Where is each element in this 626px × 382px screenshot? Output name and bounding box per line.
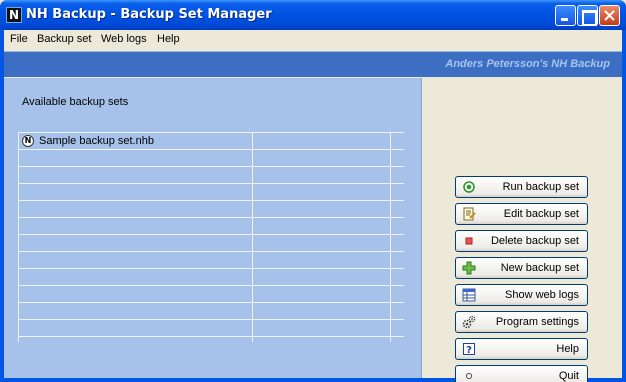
help-button[interactable]: ? Help <box>455 338 588 360</box>
menu-help[interactable]: Help <box>157 33 180 45</box>
backup-file-icon: N <box>22 135 34 147</box>
quit-button[interactable]: Quit <box>455 365 588 382</box>
close-button[interactable] <box>599 5 620 26</box>
svg-text:?: ? <box>466 345 472 356</box>
edit-backup-set-button[interactable]: Edit backup set <box>455 203 588 225</box>
backup-sets-panel: Available backup sets N Sample backup se… <box>4 78 422 378</box>
menu-file[interactable]: File <box>10 33 28 45</box>
new-backup-set-button[interactable]: New backup set <box>455 257 588 279</box>
minimize-button[interactable] <box>555 5 576 26</box>
table-row[interactable] <box>18 285 404 302</box>
client-area: File Backup set Web logs Help Anders Pet… <box>4 30 622 382</box>
backup-sets-list[interactable]: N Sample backup set.nhb <box>18 132 404 342</box>
menu-backup-set[interactable]: Backup set <box>37 33 91 45</box>
edit-backup-set-label: Edit backup set <box>503 208 579 220</box>
list-item[interactable]: N Sample backup set.nhb <box>18 132 404 149</box>
delete-backup-set-button[interactable]: Delete backup set <box>455 230 588 252</box>
run-backup-set-label: Run backup set <box>502 181 579 193</box>
table-row[interactable] <box>18 268 404 285</box>
banner-title: Anders Petersson's NH Backup <box>445 58 610 70</box>
gears-icon <box>462 315 476 329</box>
table-row[interactable] <box>18 183 404 200</box>
app-window: N NH Backup - Backup Set Manager File Ba… <box>0 0 626 382</box>
show-web-logs-label: Show web logs <box>505 289 579 301</box>
run-backup-set-button[interactable]: Run backup set <box>455 176 588 198</box>
table-row[interactable] <box>18 336 404 342</box>
circle-icon <box>465 372 473 380</box>
app-logo-icon: N <box>6 7 22 23</box>
plus-icon <box>462 261 476 275</box>
program-settings-label: Program settings <box>495 316 579 328</box>
quit-label: Quit <box>558 370 579 382</box>
header-banner: Anders Petersson's NH Backup <box>4 51 622 77</box>
delete-square-icon <box>465 237 473 245</box>
edit-document-icon <box>463 207 476 221</box>
log-table-icon <box>462 288 476 302</box>
table-row[interactable] <box>18 200 404 217</box>
radio-dot-icon <box>463 181 475 193</box>
table-row[interactable] <box>18 251 404 268</box>
help-label: Help <box>556 343 579 355</box>
close-icon <box>604 10 615 21</box>
new-backup-set-label: New backup set <box>500 262 579 274</box>
table-row[interactable] <box>18 302 404 319</box>
table-row[interactable] <box>18 149 404 166</box>
table-row[interactable] <box>18 166 404 183</box>
backup-sets-caption: Available backup sets <box>22 96 129 108</box>
actions-panel: Run backup set Edit backup set Delete ba… <box>423 78 622 382</box>
menu-web-logs[interactable]: Web logs <box>101 33 147 45</box>
menu-bar: File Backup set Web logs Help <box>4 30 622 50</box>
delete-backup-set-label: Delete backup set <box>490 235 579 247</box>
title-bar[interactable]: N NH Backup - Backup Set Manager <box>0 0 626 30</box>
show-web-logs-button[interactable]: Show web logs <box>455 284 588 306</box>
program-settings-button[interactable]: Program settings <box>455 311 588 333</box>
table-row[interactable] <box>18 234 404 251</box>
table-row[interactable] <box>18 217 404 234</box>
table-row[interactable] <box>18 319 404 336</box>
help-icon: ? <box>463 343 475 356</box>
list-item-label: Sample backup set.nhb <box>39 135 154 147</box>
maximize-button[interactable] <box>577 5 598 26</box>
window-title: NH Backup - Backup Set Manager <box>26 7 272 22</box>
